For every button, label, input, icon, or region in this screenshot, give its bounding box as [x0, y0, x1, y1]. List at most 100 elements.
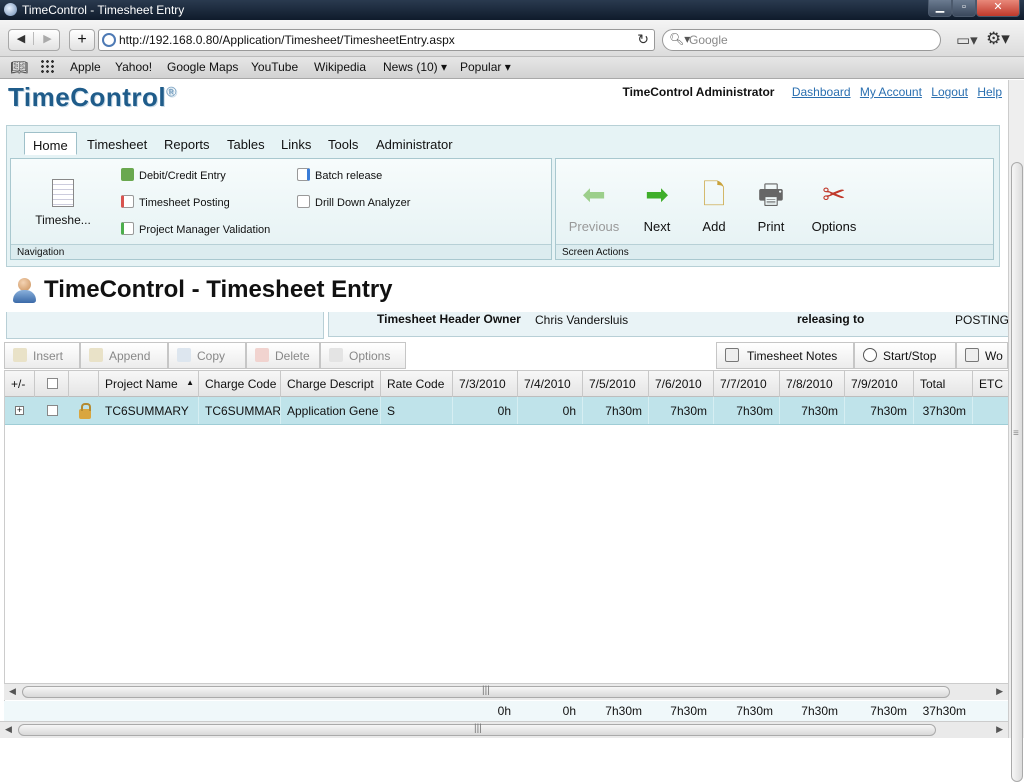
col-expand[interactable]: +/-: [5, 371, 35, 397]
close-button[interactable]: ✕: [976, 0, 1020, 17]
tab-tools[interactable]: Tools: [320, 132, 366, 155]
tab-tables[interactable]: Tables: [219, 132, 273, 155]
minimize-button[interactable]: ▁: [928, 0, 952, 17]
header-owner-value: Chris Vandersluis: [535, 313, 629, 327]
col-etc[interactable]: ETC: [973, 371, 1008, 397]
cell-day-hours[interactable]: 7h30m: [714, 397, 780, 424]
insert-button[interactable]: Insert: [4, 342, 80, 369]
address-bar[interactable]: http://192.168.0.80/Application/Timeshee…: [98, 29, 655, 51]
tab-reports[interactable]: Reports: [156, 132, 218, 155]
col-day[interactable]: 7/3/2010: [453, 371, 518, 397]
timesheet-notes-button[interactable]: Timesheet Notes: [716, 342, 854, 369]
col-day[interactable]: 7/6/2010: [649, 371, 714, 397]
select-all-checkbox[interactable]: [47, 378, 58, 389]
add-bookmark-button[interactable]: +: [69, 29, 95, 51]
options-button[interactable]: ✂︎ Options: [806, 179, 862, 234]
browser-logo-icon: [4, 3, 17, 16]
col-day[interactable]: 7/9/2010: [845, 371, 914, 397]
scrollbar-thumb[interactable]: [1011, 162, 1023, 782]
col-day[interactable]: 7/8/2010: [780, 371, 845, 397]
scroll-left-icon[interactable]: ◀: [5, 724, 12, 735]
tab-home[interactable]: Home: [24, 132, 77, 155]
back-icon[interactable]: ◀: [9, 32, 34, 45]
bookmark-item[interactable]: Google Maps: [167, 60, 238, 74]
cell-day-hours[interactable]: 7h30m: [780, 397, 845, 424]
table-row[interactable]: + TC6SUMMARY TC6SUMMARY Application Gene…: [5, 397, 1008, 425]
col-project-name[interactable]: Project Name ▲: [99, 371, 199, 397]
work-button[interactable]: Wo: [956, 342, 1008, 369]
cell-day-hours[interactable]: 7h30m: [845, 397, 914, 424]
top-sites-grid-icon[interactable]: [40, 59, 54, 73]
drill-down-icon: [297, 195, 310, 208]
help-link[interactable]: Help: [977, 85, 1002, 99]
cell-day-hours[interactable]: 7h30m: [583, 397, 649, 424]
logout-link[interactable]: Logout: [931, 85, 968, 99]
my-account-link[interactable]: My Account: [860, 85, 922, 99]
scroll-right-icon[interactable]: ▶: [996, 724, 1003, 735]
bookmark-item[interactable]: Apple: [70, 60, 101, 74]
page-vertical-scrollbar[interactable]: ≡: [1008, 80, 1024, 782]
maximize-button[interactable]: ▫: [952, 0, 976, 17]
timesheet-nav-button[interactable]: Timeshe...: [33, 179, 93, 227]
row-checkbox[interactable]: [47, 405, 58, 416]
col-day[interactable]: 7/7/2010: [714, 371, 780, 397]
grid-options-button[interactable]: Options: [320, 342, 406, 369]
cell-charge-code[interactable]: TC6SUMMARY: [199, 397, 281, 424]
gear-icon[interactable]: ⚙▾: [986, 29, 1010, 49]
tools-icon: [329, 348, 343, 362]
tab-links[interactable]: Links: [273, 132, 319, 155]
start-stop-button[interactable]: Start/Stop: [854, 342, 956, 369]
col-rate-code[interactable]: Rate Code: [381, 371, 453, 397]
forward-icon[interactable]: ▶: [35, 32, 60, 45]
grid-horizontal-scrollbar[interactable]: ◀ ||| ▶: [4, 683, 1008, 700]
col-total[interactable]: Total: [914, 371, 973, 397]
cell-day-hours[interactable]: 0h: [453, 397, 518, 424]
bookmark-item[interactable]: YouTube: [251, 60, 298, 74]
cell-project-name[interactable]: TC6SUMMARY: [99, 397, 199, 424]
drill-down-analyzer-button[interactable]: Drill Down Analyzer: [297, 195, 410, 209]
bookmark-item[interactable]: Popular ▾: [460, 60, 511, 74]
add-button[interactable]: 🗋︎ Add: [686, 179, 742, 234]
debit-credit-entry-button[interactable]: Debit/Credit Entry: [121, 168, 226, 182]
col-charge-code[interactable]: Charge Code: [199, 371, 281, 397]
search-input[interactable]: 🔍︎▾ Google: [662, 29, 941, 51]
cell-charge-desc[interactable]: Application Gene: [281, 397, 381, 424]
next-button[interactable]: ➡ Next: [629, 179, 685, 234]
cell-day-hours[interactable]: 0h: [518, 397, 583, 424]
page-menu-icon[interactable]: ▭▾: [956, 31, 978, 49]
delete-button[interactable]: Delete: [246, 342, 320, 369]
append-button[interactable]: Append: [80, 342, 168, 369]
tab-timesheet[interactable]: Timesheet: [79, 132, 155, 155]
reload-icon[interactable]: ↻: [637, 31, 649, 48]
col-charge-desc[interactable]: Charge Descript: [281, 371, 381, 397]
url-text[interactable]: http://192.168.0.80/Application/Timeshee…: [119, 33, 455, 47]
copy-button[interactable]: Copy: [168, 342, 246, 369]
print-button[interactable]: 🖶︎ Print: [743, 179, 799, 234]
page-horizontal-scrollbar[interactable]: ◀ ||| ▶: [0, 721, 1008, 738]
scroll-right-icon[interactable]: ▶: [996, 686, 1003, 697]
posting-icon: [121, 195, 134, 208]
dashboard-link[interactable]: Dashboard: [792, 85, 851, 99]
book-icon[interactable]: 📖︎: [10, 59, 28, 76]
previous-button[interactable]: ⬅ Previous: [566, 179, 622, 234]
printer-icon: 🖶︎: [757, 179, 785, 210]
cell-rate-code[interactable]: S: [381, 397, 453, 424]
scroll-left-icon[interactable]: ◀: [9, 686, 16, 697]
cell-etc[interactable]: [973, 397, 1008, 424]
col-select[interactable]: [35, 371, 69, 397]
grid-options-label: Options: [349, 349, 391, 363]
tab-administrator[interactable]: Administrator: [368, 132, 461, 155]
bookmark-item[interactable]: Yahoo!: [115, 60, 152, 74]
timesheet-posting-button[interactable]: Timesheet Posting: [121, 195, 230, 209]
screen-actions-group-label: Screen Actions: [556, 244, 993, 259]
navigation-group: Timeshe... Debit/Credit Entry Timesheet …: [10, 158, 552, 260]
col-day[interactable]: 7/5/2010: [583, 371, 649, 397]
project-manager-validation-button[interactable]: Project Manager Validation: [121, 222, 270, 236]
expand-icon[interactable]: +: [15, 406, 24, 415]
col-day[interactable]: 7/4/2010: [518, 371, 583, 397]
bookmark-item[interactable]: News (10) ▾: [383, 60, 447, 74]
batch-release-button[interactable]: Batch release: [297, 168, 382, 182]
drill-down-label: Drill Down Analyzer: [315, 197, 411, 209]
bookmark-item[interactable]: Wikipedia: [314, 60, 366, 74]
cell-day-hours[interactable]: 7h30m: [649, 397, 714, 424]
